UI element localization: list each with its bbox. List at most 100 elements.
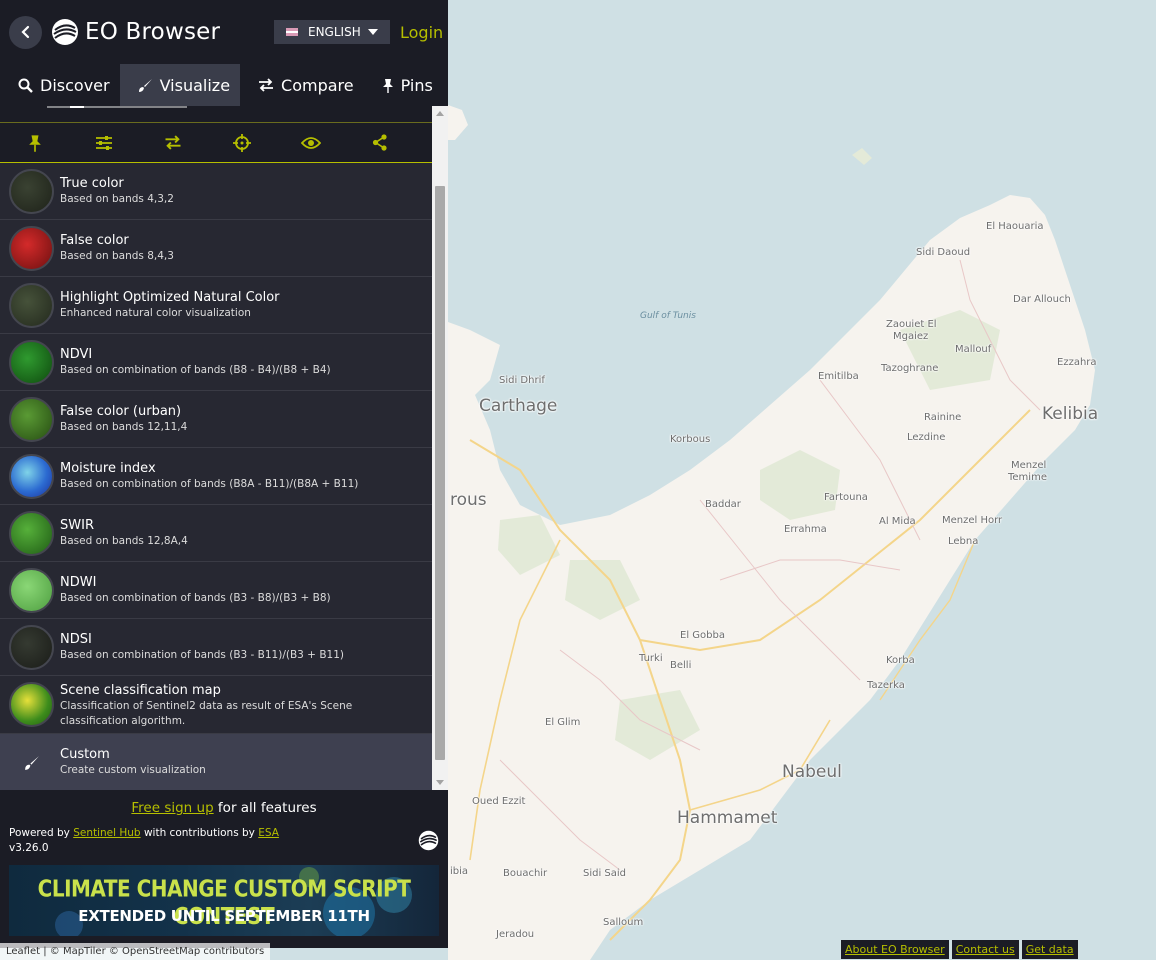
layer-thumbnail <box>9 396 54 442</box>
layer-item-true-color[interactable]: True color Based on bands 4,3,2 <box>0 163 432 220</box>
layer-item-scene-classification[interactable]: Scene classification map Classification … <box>0 676 432 734</box>
effects-button[interactable] <box>69 135 138 151</box>
layer-item-swir[interactable]: SWIR Based on bands 12,8A,4 <box>0 505 432 562</box>
tab-pins[interactable]: Pins <box>364 64 443 106</box>
language-label: ENGLISH <box>308 25 361 39</box>
compare-layer-button[interactable] <box>138 135 207 150</box>
layer-title: Custom <box>60 747 110 762</box>
layer-item-ndwi[interactable]: NDWI Based on combination of bands (B3 -… <box>0 562 432 619</box>
layer-title: True color <box>60 175 124 191</box>
layer-title: Moisture index <box>60 460 156 476</box>
side-panel: EO Browser ENGLISH Login Discover Visual… <box>0 0 448 948</box>
layer-description: Based on bands 4,3,2 <box>60 192 174 205</box>
layer-item-custom[interactable]: Custom Create custom visualization <box>0 734 432 791</box>
map-label: Bouachir <box>503 868 548 879</box>
pin-layer-button[interactable] <box>0 134 69 152</box>
layer-item-false-color-urban[interactable]: False color (urban) Based on bands 12,11… <box>0 391 432 448</box>
layer-item-moisture-index[interactable]: Moisture index Based on combination of b… <box>0 448 432 505</box>
subtab-indicator <box>70 106 84 108</box>
layer-description: Enhanced natural color visualization <box>60 306 251 319</box>
scrollbar-thumb[interactable] <box>435 186 445 760</box>
map-label: Sidi Said <box>583 868 627 879</box>
layer-list-scrollbar[interactable] <box>432 106 448 790</box>
share-icon <box>372 134 387 151</box>
tab-label: Visualize <box>159 75 231 95</box>
layer-title: NDSI <box>60 631 92 647</box>
map-label: Sidi Daoud <box>916 247 971 258</box>
version-label: v3.26.0 <box>9 842 49 854</box>
main-tabs: Discover Visualize Compare Pins <box>0 64 448 106</box>
contact-link[interactable]: Contact us <box>951 940 1019 959</box>
layer-item-ndvi[interactable]: NDVI Based on combination of bands (B8 -… <box>0 334 432 391</box>
scroll-down-arrow[interactable] <box>436 780 444 785</box>
layer-title: False color (urban) <box>60 403 182 419</box>
free-signup-link[interactable]: Free sign up <box>131 800 213 816</box>
tab-label: Compare <box>281 75 354 95</box>
layer-item-highlight-optimized[interactable]: Highlight Optimized Natural Color Enhanc… <box>0 277 432 334</box>
subtab-underline <box>47 106 187 108</box>
map-label-kelibia: Kelibia <box>1042 404 1099 424</box>
layer-thumbnail <box>9 453 54 499</box>
pin-icon <box>28 134 41 152</box>
login-link[interactable]: Login <box>400 23 443 42</box>
sentinel-hub-link[interactable]: Sentinel Hub <box>73 827 140 839</box>
layer-thumbnail <box>9 282 54 328</box>
banner-subtitle: EXTENDED UNTIL SEPTEMBER 11TH <box>78 907 370 925</box>
tab-compare[interactable]: Compare <box>240 64 364 106</box>
caret-down-icon <box>368 29 378 35</box>
layer-item-false-color[interactable]: False color Based on bands 8,4,3 <box>0 220 432 277</box>
map-label-nabeul: Nabeul <box>782 762 842 782</box>
map-label: Menzel <box>1011 460 1047 471</box>
powered-by-label: Powered by <box>9 827 74 839</box>
layer-thumbnail <box>9 168 54 214</box>
paintbrush-icon <box>138 78 152 92</box>
app-logo: EO Browser <box>51 18 220 46</box>
powered-by: Powered by Sentinel Hub with contributio… <box>9 826 279 856</box>
layer-title: Highlight Optimized Natural Color <box>60 289 280 305</box>
collapse-panel-button[interactable] <box>9 15 42 49</box>
map-label: Menzel Horr <box>942 515 1003 526</box>
esa-link[interactable]: ESA <box>258 827 279 839</box>
share-button[interactable] <box>345 134 414 151</box>
layer-description: Based on bands 8,4,3 <box>60 249 174 262</box>
scroll-up-arrow[interactable] <box>436 111 444 116</box>
language-select[interactable]: ENGLISH <box>274 20 390 44</box>
tab-discover[interactable]: Discover <box>0 64 120 106</box>
map-label: Temime <box>1008 472 1047 483</box>
sliders-icon <box>95 135 112 150</box>
map-label: Al Mida <box>879 516 916 527</box>
swap-arrows-icon <box>165 135 180 150</box>
eo-logo-icon <box>52 19 78 45</box>
layer-list: True color Based on bands 4,3,2 False co… <box>0 163 432 791</box>
uk-flag-icon <box>286 28 298 36</box>
layer-description: Based on bands 12,11,4 <box>60 420 188 433</box>
map-label: Oued Ezzit <box>472 796 526 807</box>
layer-title: SWIR <box>60 517 94 533</box>
about-link[interactable]: About EO Browser <box>841 940 949 959</box>
map-label: Errahma <box>784 524 827 535</box>
map-label: Ezzahra <box>1057 357 1097 368</box>
map-label: Tazoghrane <box>881 363 939 374</box>
layer-toolbar <box>0 122 432 163</box>
zoom-to-tile-button[interactable] <box>207 133 276 152</box>
get-data-link[interactable]: Get data <box>1021 940 1078 959</box>
app-title: EO Browser <box>85 19 221 45</box>
sentinel-hub-logo <box>418 830 439 855</box>
map-label: Belli <box>670 660 692 671</box>
sentinel-hub-logo-icon <box>418 830 439 851</box>
map-label: Sidi Dhrif <box>499 375 545 386</box>
layer-description: Based on combination of bands (B3 - B8)/… <box>60 591 331 604</box>
paintbrush-icon <box>24 755 39 770</box>
layer-title: False color <box>60 232 129 248</box>
layer-item-ndsi[interactable]: NDSI Based on combination of bands (B3 -… <box>0 619 432 676</box>
tab-visualize[interactable]: Visualize <box>119 64 241 106</box>
layer-description: Based on combination of bands (B8A - B11… <box>60 477 359 490</box>
layer-title: Scene classification map <box>60 683 221 698</box>
custom-icon-wrap <box>9 755 54 771</box>
toggle-visibility-button[interactable] <box>276 136 345 150</box>
map-label: Korba <box>886 655 915 666</box>
contest-banner[interactable]: CLIMATE CHANGE CUSTOM SCRIPT CONTEST EXT… <box>9 865 439 936</box>
pin-icon <box>382 78 393 93</box>
map-label-gulf-of-tunis: Gulf of Tunis <box>640 311 696 321</box>
chevron-left-icon <box>20 25 29 39</box>
